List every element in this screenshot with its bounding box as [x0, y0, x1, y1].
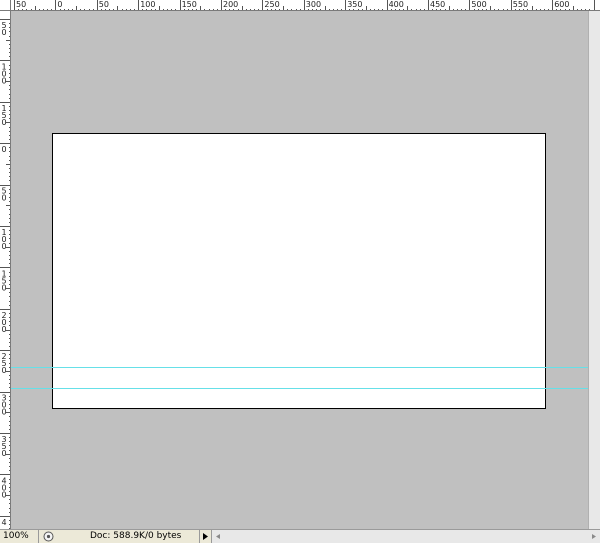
- horizontal-ruler-label: 300: [306, 0, 321, 9]
- horizontal-ruler-label: 500: [471, 0, 486, 9]
- horizontal-ruler-label: 350: [347, 0, 362, 9]
- horizontal-guide-1[interactable]: [11, 367, 588, 368]
- document-size-info: Doc: 588.9K/0 bytes: [90, 531, 182, 541]
- vertical-ruler-label: 0: [2, 242, 7, 251]
- status-bar: 100% Doc: 588.9K/0 bytes: [0, 529, 600, 543]
- triangle-right-icon[interactable]: [199, 530, 211, 543]
- vertical-ruler-label: 0: [2, 283, 7, 292]
- vertical-ruler-label: 0: [2, 194, 7, 203]
- horizontal-ruler-label: 450: [430, 0, 445, 9]
- vertical-ruler-scale: 501001500501001502002503003504004: [0, 19, 10, 529]
- horizontal-scrollbar[interactable]: [211, 530, 600, 543]
- horizontal-guide-2[interactable]: [11, 388, 588, 389]
- photoshop-document-window: 50 0 50 100 150 200 250 300 350 400 450 500 550 600 5…: [0, 0, 600, 543]
- vertical-ruler-label: 0: [2, 490, 7, 499]
- vertical-ruler-label: 0: [2, 145, 7, 154]
- vertical-ruler-label: 4: [2, 518, 7, 527]
- vertical-ruler-label: 0: [2, 28, 7, 37]
- horizontal-ruler-label: 400: [389, 0, 404, 9]
- vertical-ruler[interactable]: 501001500501001502002503003504004: [0, 11, 11, 529]
- arrow-right-icon[interactable]: [588, 530, 600, 543]
- horizontal-ruler-scale: 50 0 50 100 150 200 250 300 350 400 450 500 550 600: [14, 0, 595, 10]
- zoom-level-field[interactable]: 100%: [3, 531, 37, 542]
- horizontal-ruler-label: 550: [513, 0, 528, 9]
- vertical-ruler-label: 0: [2, 408, 7, 417]
- horizontal-ruler-label: 50: [16, 0, 26, 9]
- horizontal-ruler-label: 50: [99, 0, 109, 9]
- vertical-ruler-label: 0: [2, 118, 7, 127]
- horizontal-ruler-label: 250: [264, 0, 279, 9]
- ruler-origin-corner[interactable]: [0, 0, 11, 11]
- status-menu-icon[interactable]: [43, 531, 54, 542]
- arrow-left-icon[interactable]: [212, 530, 224, 543]
- vertical-ruler-label: 0: [2, 76, 7, 85]
- vertical-ruler-label: 0: [2, 449, 7, 458]
- vertical-ruler-label: 0: [2, 325, 7, 334]
- vertical-ruler-label: 0: [2, 366, 7, 375]
- horizontal-ruler[interactable]: 50 0 50 100 150 200 250 300 350 400 450 500 550 600: [11, 0, 600, 11]
- horizontal-ruler-label: 200: [223, 0, 238, 9]
- status-divider: [38, 530, 39, 543]
- horizontal-ruler-label: 600: [554, 0, 569, 9]
- horizontal-ruler-label: 0: [57, 0, 62, 9]
- vertical-scrollbar[interactable]: [588, 11, 600, 529]
- canvas-workspace[interactable]: [11, 11, 588, 529]
- horizontal-ruler-label: 100: [140, 0, 155, 9]
- horizontal-ruler-label: 150: [182, 0, 197, 9]
